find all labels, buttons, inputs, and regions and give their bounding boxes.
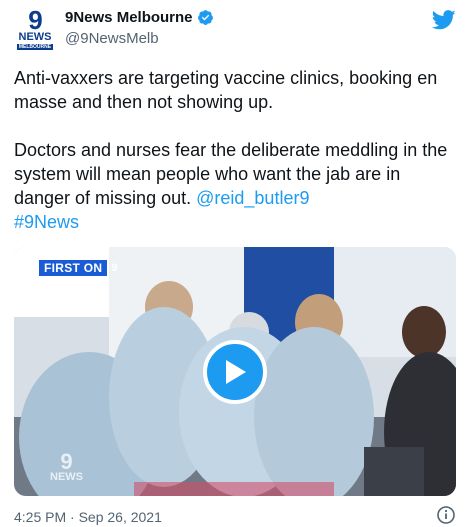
verified-badge-icon xyxy=(197,10,213,25)
tweet-card: 9 NEWS MELBOURNE 9News Melbourne @9NewsM… xyxy=(0,0,470,527)
play-button[interactable] xyxy=(203,339,267,404)
watermark-nine: 9 xyxy=(60,449,73,474)
avatar-region: MELBOURNE xyxy=(16,44,54,50)
video-player[interactable]: FIRST ON 9 9 NEWS xyxy=(14,247,456,496)
hashtag-link[interactable]: #9News xyxy=(14,212,79,232)
avatar-nine: 9 xyxy=(28,5,43,35)
nine-logo-small: 9 xyxy=(111,262,118,274)
first-on-text: FIRST ON xyxy=(39,260,108,276)
first-on-badge: FIRST ON 9 xyxy=(39,260,118,276)
mention-link[interactable]: @reid_butler9 xyxy=(196,188,309,208)
play-icon xyxy=(226,359,246,384)
twitter-bird-icon[interactable] xyxy=(432,10,456,30)
tweet-text: Anti-vaxxers are targeting vaccine clini… xyxy=(14,66,454,234)
display-name[interactable]: 9News Melbourne xyxy=(65,9,193,26)
nine-news-watermark: 9 NEWS xyxy=(50,449,83,483)
tweet-paragraph-1: Anti-vaxxers are targeting vaccine clini… xyxy=(14,68,438,112)
timestamp[interactable]: 4:25 PM · Sep 26, 2021 xyxy=(14,509,162,525)
avatar-news: NEWS xyxy=(18,31,52,43)
info-icon[interactable] xyxy=(436,505,456,525)
name-row: 9News Melbourne xyxy=(65,9,214,26)
avatar[interactable]: 9 NEWS MELBOURNE xyxy=(14,5,56,50)
tweet-paragraph-2: Doctors and nurses fear the deliberate m… xyxy=(14,138,454,234)
handle[interactable]: @9NewsMelb xyxy=(65,30,159,47)
watermark-news: NEWS xyxy=(50,471,83,483)
